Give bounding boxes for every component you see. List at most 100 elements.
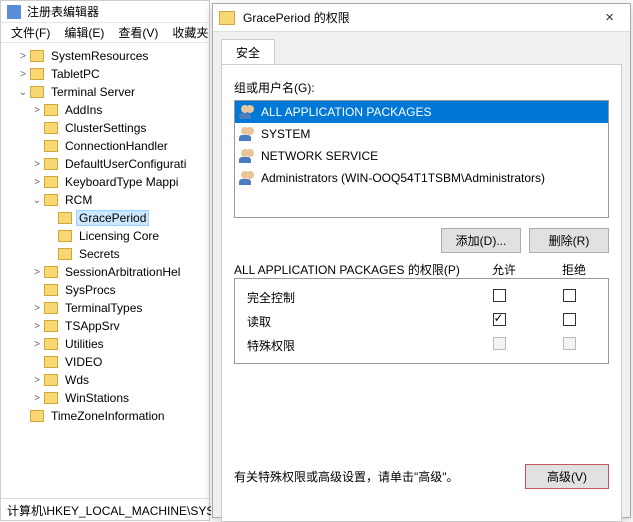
- close-icon[interactable]: ×: [595, 7, 624, 28]
- menu-view[interactable]: 查看(V): [118, 24, 158, 41]
- tree-item[interactable]: Secrets: [3, 245, 209, 263]
- tree-item[interactable]: ClusterSettings: [3, 119, 209, 137]
- tree-item[interactable]: > DefaultUserConfigurati: [3, 155, 209, 173]
- tree-item-label: KeyboardType Mappi: [62, 175, 181, 189]
- permission-name: 特殊权限: [239, 337, 464, 354]
- tree-item[interactable]: >TabletPC: [3, 65, 209, 83]
- tab-strip: 安全: [213, 32, 630, 64]
- permission-allow-cell: [464, 337, 534, 353]
- menu-file[interactable]: 文件(F): [11, 24, 50, 41]
- tab-security[interactable]: 安全: [221, 39, 275, 65]
- expand-icon[interactable]: >: [31, 393, 43, 404]
- tree-item-label: VIDEO: [62, 355, 105, 369]
- registry-editor-window: 注册表编辑器 文件(F) 编辑(E) 查看(V) 收藏夹 > SystemReso…: [0, 0, 210, 521]
- tree-item[interactable]: TimeZoneInformation: [3, 407, 209, 425]
- permission-name: 读取: [239, 313, 464, 330]
- group-user-list[interactable]: ALL APPLICATION PACKAGES SYSTEMNETWORK SE…: [234, 100, 609, 218]
- user-list-label: ALL APPLICATION PACKAGES: [261, 105, 432, 119]
- regedit-menubar: 文件(F) 编辑(E) 查看(V) 收藏夹: [1, 23, 209, 43]
- tree-item[interactable]: > AddIns: [3, 101, 209, 119]
- allow-checkbox[interactable]: [493, 289, 506, 302]
- user-list-item[interactable]: ALL APPLICATION PACKAGES: [235, 101, 608, 123]
- user-list-item[interactable]: NETWORK SERVICE: [235, 145, 608, 167]
- tree-item[interactable]: ConnectionHandler: [3, 137, 209, 155]
- tree-item[interactable]: > KeyboardType Mappi: [3, 173, 209, 191]
- remove-button[interactable]: 删除(R): [529, 228, 609, 253]
- tree-item-label: ClusterSettings: [62, 121, 149, 135]
- expand-icon[interactable]: >: [31, 339, 43, 350]
- tree-item-label: ConnectionHandler: [62, 139, 171, 153]
- user-group-icon: [239, 171, 255, 185]
- expand-icon[interactable]: >: [17, 51, 29, 62]
- menu-edit[interactable]: 编辑(E): [64, 24, 104, 41]
- expand-icon[interactable]: >: [31, 177, 43, 188]
- folder-icon: [44, 158, 58, 170]
- tree-item[interactable]: VIDEO: [3, 353, 209, 371]
- add-button[interactable]: 添加(D)...: [441, 228, 521, 253]
- permission-deny-cell: [534, 289, 604, 305]
- allow-checkbox[interactable]: [493, 313, 506, 326]
- tree-item-label: GracePeriod: [76, 210, 149, 226]
- tree-item[interactable]: SysProcs: [3, 281, 209, 299]
- user-list-item[interactable]: SYSTEM: [235, 123, 608, 145]
- folder-icon: [44, 302, 58, 314]
- tree-item[interactable]: ⌄ Terminal Server: [3, 83, 209, 101]
- expand-icon[interactable]: >: [31, 375, 43, 386]
- user-list-label: Administrators (WIN-OOQ54T1TSBM\Administ…: [261, 171, 545, 185]
- expand-icon[interactable]: >: [31, 321, 43, 332]
- tree-item[interactable]: >TerminalTypes: [3, 299, 209, 317]
- folder-icon: [44, 266, 58, 278]
- tree-item-label: RCM: [62, 193, 95, 207]
- tree-item-label: SystemResources: [48, 49, 151, 63]
- permission-deny-cell: [534, 337, 604, 353]
- tree-item-label: TSAppSrv: [62, 319, 123, 333]
- expand-icon[interactable]: >: [31, 159, 43, 170]
- tree-item[interactable]: Licensing Core: [3, 227, 209, 245]
- expand-icon[interactable]: >: [17, 69, 29, 80]
- permissions-dialog: GracePeriod 的权限 × 安全 组或用户名(G): ALL APPLI…: [212, 3, 631, 518]
- deny-checkbox[interactable]: [563, 313, 576, 326]
- tree-item[interactable]: >WinStations: [3, 389, 209, 407]
- allow-column-header: 允许: [469, 261, 539, 278]
- expand-icon[interactable]: ⌄: [17, 87, 29, 98]
- menu-favorites[interactable]: 收藏夹: [172, 24, 208, 41]
- tree-item-label: AddIns: [62, 103, 105, 117]
- tree-item-label: DefaultUserConfigurati: [62, 157, 189, 171]
- tree-item[interactable]: GracePeriod: [3, 209, 209, 227]
- folder-icon: [44, 122, 58, 134]
- user-group-icon: [239, 105, 255, 119]
- folder-icon: [44, 140, 58, 152]
- permission-allow-cell: [464, 313, 534, 329]
- tree-item[interactable]: > TSAppSrv: [3, 317, 209, 335]
- user-list-item[interactable]: Administrators (WIN-OOQ54T1TSBM\Administ…: [235, 167, 608, 189]
- tree-item-label: TimeZoneInformation: [48, 409, 168, 423]
- folder-icon: [44, 194, 58, 206]
- folder-icon: [44, 104, 58, 116]
- expand-icon[interactable]: >: [31, 303, 43, 314]
- regedit-icon: [7, 5, 21, 19]
- tree-item[interactable]: > SystemResources: [3, 47, 209, 65]
- deny-checkbox: [563, 337, 576, 350]
- tree-item[interactable]: ⌄ RCM: [3, 191, 209, 209]
- tree-item-label: Wds: [62, 373, 92, 387]
- folder-icon: [30, 68, 44, 80]
- advanced-button[interactable]: 高级(V): [525, 464, 609, 489]
- tree-item[interactable]: > Wds: [3, 371, 209, 389]
- permission-name: 完全控制: [239, 289, 464, 306]
- tree-item[interactable]: >SessionArbitrationHel: [3, 263, 209, 281]
- advanced-row: 有关特殊权限或高级设置，请单击"高级"。 高级(V): [234, 464, 609, 489]
- regedit-titlebar: 注册表编辑器: [1, 1, 209, 23]
- tree-item-label: SysProcs: [62, 283, 119, 297]
- expand-icon[interactable]: ⌄: [31, 195, 43, 206]
- expand-icon[interactable]: >: [31, 105, 43, 116]
- deny-checkbox[interactable]: [563, 289, 576, 302]
- tree-item-label: Terminal Server: [48, 85, 138, 99]
- tree-item-label: Licensing Core: [76, 229, 162, 243]
- tree-item[interactable]: >Utilities: [3, 335, 209, 353]
- regedit-statusbar: 计算机\HKEY_LOCAL_MACHINE\SYS: [1, 498, 211, 520]
- registry-tree[interactable]: > SystemResources >TabletPC ⌄ Terminal Serve…: [1, 43, 209, 493]
- folder-icon: [30, 410, 44, 422]
- expand-icon[interactable]: >: [31, 267, 43, 278]
- folder-icon: [44, 374, 58, 386]
- folder-icon: [44, 320, 58, 332]
